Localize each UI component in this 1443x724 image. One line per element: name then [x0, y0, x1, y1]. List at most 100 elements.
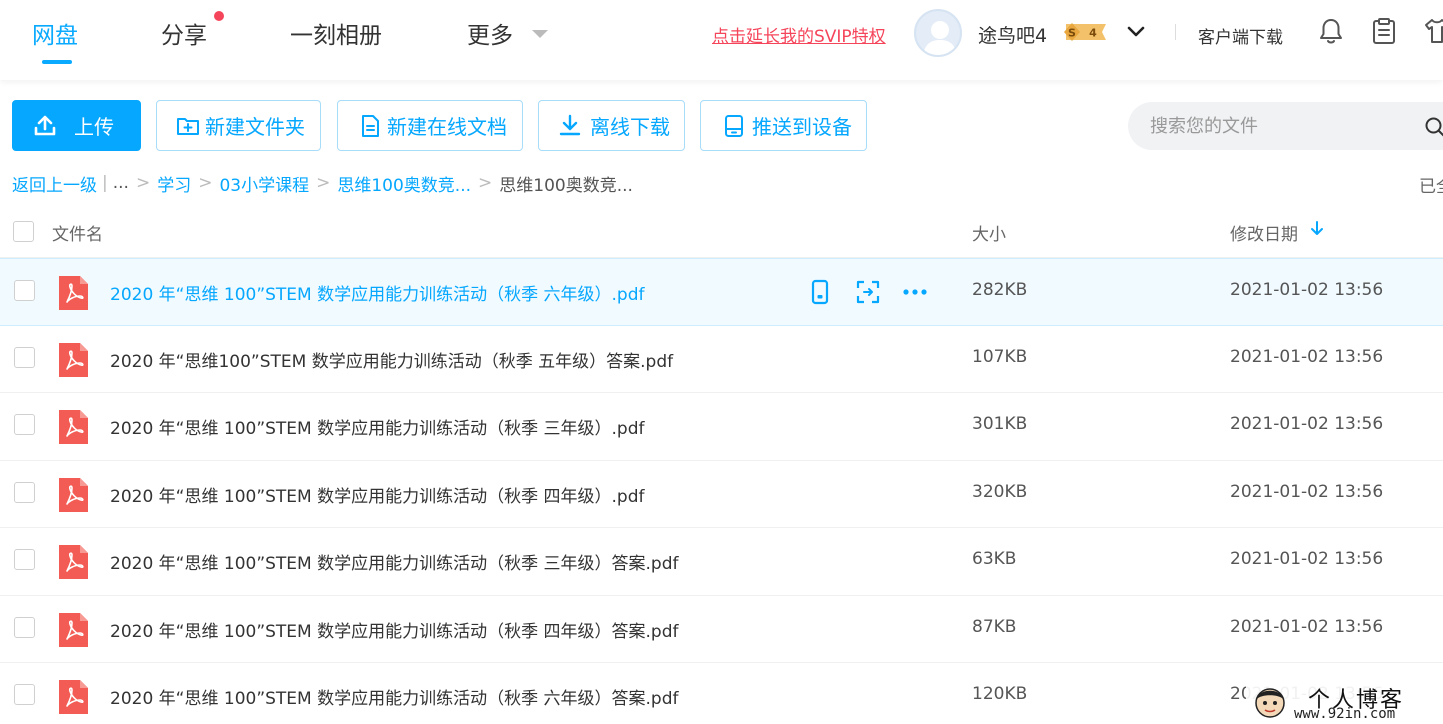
breadcrumb-separator: >	[478, 173, 493, 193]
table-row[interactable]: 2020 年“思维100”STEM 数学应用能力训练活动（秋季 五年级）答案.p…	[0, 326, 1443, 393]
more-options-icon[interactable]	[902, 279, 928, 305]
clipboard-icon[interactable]	[1371, 17, 1397, 45]
pdf-file-icon	[59, 612, 88, 647]
file-size: 63KB	[972, 549, 1017, 569]
device-icon	[725, 114, 743, 137]
file-name[interactable]: 2020 年“思维 100”STEM 数学应用能力训练活动（秋季 三年级）答案.…	[110, 549, 679, 574]
top-navigation: 网盘 分享 一刻相册 更多 点击延长我的SVIP特权 途鸟吧4 S 4 客户端下…	[0, 0, 1443, 80]
breadcrumb-separator: >	[316, 173, 331, 193]
new-online-doc-label: 新建在线文档	[387, 115, 507, 139]
tab-album-label: 一刻相册	[290, 23, 382, 49]
tab-share-label: 分享	[161, 23, 207, 49]
table-row[interactable]: 2020 年“思维 100”STEM 数学应用能力训练活动（秋季 四年级）答案.…	[0, 596, 1443, 663]
push-to-device-button[interactable]: 推送到设备	[700, 100, 867, 151]
username[interactable]: 途鸟吧4	[978, 21, 1047, 48]
tab-album[interactable]: 一刻相册	[290, 16, 382, 50]
breadcrumb-current: 思维100奥数竞...	[499, 175, 633, 196]
row-checkbox[interactable]	[14, 616, 35, 638]
file-size: 87KB	[972, 616, 1017, 637]
client-download-link[interactable]: 客户端下载	[1198, 23, 1283, 48]
upload-button[interactable]: 上传	[12, 100, 141, 151]
table-row[interactable]: 2020 年“思维 100”STEM 数学应用能力训练活动（秋季 三年级）.pd…	[0, 393, 1443, 461]
svip-level-badge: S 4	[1064, 23, 1106, 41]
table-row[interactable]: 2020 年“思维 100”STEM 数学应用能力训练活动（秋季 六年级）答案.…	[0, 663, 1443, 724]
file-modified-date: 2021-01-02 13:56	[1230, 549, 1384, 569]
bell-icon[interactable]	[1318, 17, 1344, 45]
file-size: 107KB	[972, 346, 1028, 367]
search-box	[1128, 102, 1443, 150]
breadcrumb-item[interactable]: 03小学课程	[219, 171, 309, 196]
upload-label: 上传	[74, 115, 114, 139]
file-name[interactable]: 2020 年“思维 100”STEM 数学应用能力训练活动（秋季 六年级）答案.…	[110, 684, 679, 709]
pdf-file-icon	[59, 680, 88, 714]
pdf-file-icon	[59, 342, 88, 377]
pdf-file-icon	[59, 477, 88, 512]
cartoon-face-icon	[1255, 688, 1285, 718]
row-checkbox[interactable]	[14, 549, 35, 570]
row-checkbox[interactable]	[14, 414, 35, 435]
loaded-count-text: 已全	[1419, 177, 1443, 197]
breadcrumb-separator: >	[135, 173, 151, 193]
table-row[interactable]: 2020 年“思维 100”STEM 数学应用能力训练活动（秋季 六年级）.pd…	[0, 258, 1443, 326]
search-icon[interactable]	[1424, 116, 1443, 138]
user-menu-chevron-icon[interactable]	[1125, 20, 1147, 42]
sort-descending-icon[interactable]	[1309, 220, 1325, 238]
column-name-header[interactable]: 文件名	[52, 220, 103, 245]
file-size: 282KB	[972, 280, 1028, 300]
table-row[interactable]: 2020 年“思维 100”STEM 数学应用能力训练活动（秋季 三年级）答案.…	[0, 528, 1443, 596]
file-modified-date: 2021-01-02 13:56	[1230, 280, 1384, 300]
column-date-header[interactable]: 修改日期	[1230, 220, 1298, 245]
pdf-file-icon	[59, 276, 88, 310]
row-checkbox[interactable]	[14, 684, 35, 705]
tab-netdisk[interactable]: 网盘	[32, 16, 78, 64]
shirt-icon[interactable]	[1424, 17, 1443, 45]
row-checkbox[interactable]	[14, 346, 35, 368]
user-avatar-icon	[923, 21, 957, 55]
breadcrumb-ellipsis[interactable]: ...	[113, 173, 129, 193]
pdf-file-icon	[59, 410, 88, 444]
breadcrumb-back-link[interactable]: 返回上一级	[12, 171, 97, 196]
push-to-device-icon[interactable]	[807, 279, 833, 305]
file-modified-date: 2021-01-02 13:56	[1230, 414, 1384, 434]
file-size: 120KB	[972, 684, 1028, 704]
file-name[interactable]: 2020 年“思维 100”STEM 数学应用能力训练活动（秋季 四年级）答案.…	[110, 617, 679, 642]
svip-renew-link[interactable]: 点击延长我的SVIP特权	[712, 22, 886, 47]
tab-more-label: 更多	[467, 23, 513, 49]
divider	[1175, 24, 1176, 40]
tab-more[interactable]: 更多	[467, 16, 513, 50]
breadcrumb-item[interactable]: 思维100奥数竞...	[337, 171, 471, 196]
breadcrumb: 返回上一级 | ... > 学习 > 03小学课程 > 思维100奥数竞... …	[12, 171, 633, 196]
row-checkbox[interactable]	[14, 481, 35, 503]
file-list: 2020 年“思维 100”STEM 数学应用能力训练活动（秋季 六年级）.pd…	[0, 258, 1443, 724]
file-name[interactable]: 2020 年“思维100”STEM 数学应用能力训练活动（秋季 五年级）答案.p…	[110, 347, 673, 372]
new-folder-button[interactable]: 新建文件夹	[156, 100, 321, 151]
file-modified-date: 2021-01-02 13:56	[1230, 346, 1384, 367]
offline-download-button[interactable]: 离线下载	[538, 100, 685, 151]
table-row[interactable]: 2020 年“思维 100”STEM 数学应用能力训练活动（秋季 四年级）.pd…	[0, 461, 1443, 528]
file-name[interactable]: 2020 年“思维 100”STEM 数学应用能力训练活动（秋季 四年级）.pd…	[110, 482, 645, 507]
tab-share[interactable]: 分享	[161, 16, 207, 50]
search-input[interactable]	[1150, 102, 1410, 150]
share-link-icon[interactable]	[855, 279, 881, 305]
upload-icon	[34, 115, 56, 135]
new-folder-label: 新建文件夹	[205, 115, 305, 139]
chevron-down-icon[interactable]	[532, 30, 548, 38]
row-checkbox[interactable]	[14, 280, 35, 301]
download-icon	[559, 114, 581, 135]
breadcrumb-separator: >	[198, 173, 213, 193]
svg-text:S: S	[1068, 27, 1076, 40]
select-all-checkbox[interactable]	[13, 221, 34, 242]
file-table-header: 文件名 大小 修改日期	[0, 206, 1443, 258]
push-to-device-label: 推送到设备	[752, 115, 852, 139]
column-size-header[interactable]: 大小	[972, 220, 1006, 245]
new-online-doc-button[interactable]: 新建在线文档	[337, 100, 523, 151]
breadcrumb-divider: |	[102, 173, 108, 193]
document-icon	[362, 114, 379, 137]
file-modified-date: 2021-01-02 13:56	[1230, 481, 1384, 502]
file-name[interactable]: 2020 年“思维 100”STEM 数学应用能力训练活动（秋季 六年级）.pd…	[110, 280, 645, 305]
avatar[interactable]	[914, 9, 962, 57]
file-name[interactable]: 2020 年“思维 100”STEM 数学应用能力训练活动（秋季 三年级）.pd…	[110, 414, 645, 439]
breadcrumb-item[interactable]: 学习	[157, 171, 191, 196]
watermark-url: www.92in.com	[1294, 706, 1396, 722]
pdf-file-icon	[59, 545, 88, 579]
